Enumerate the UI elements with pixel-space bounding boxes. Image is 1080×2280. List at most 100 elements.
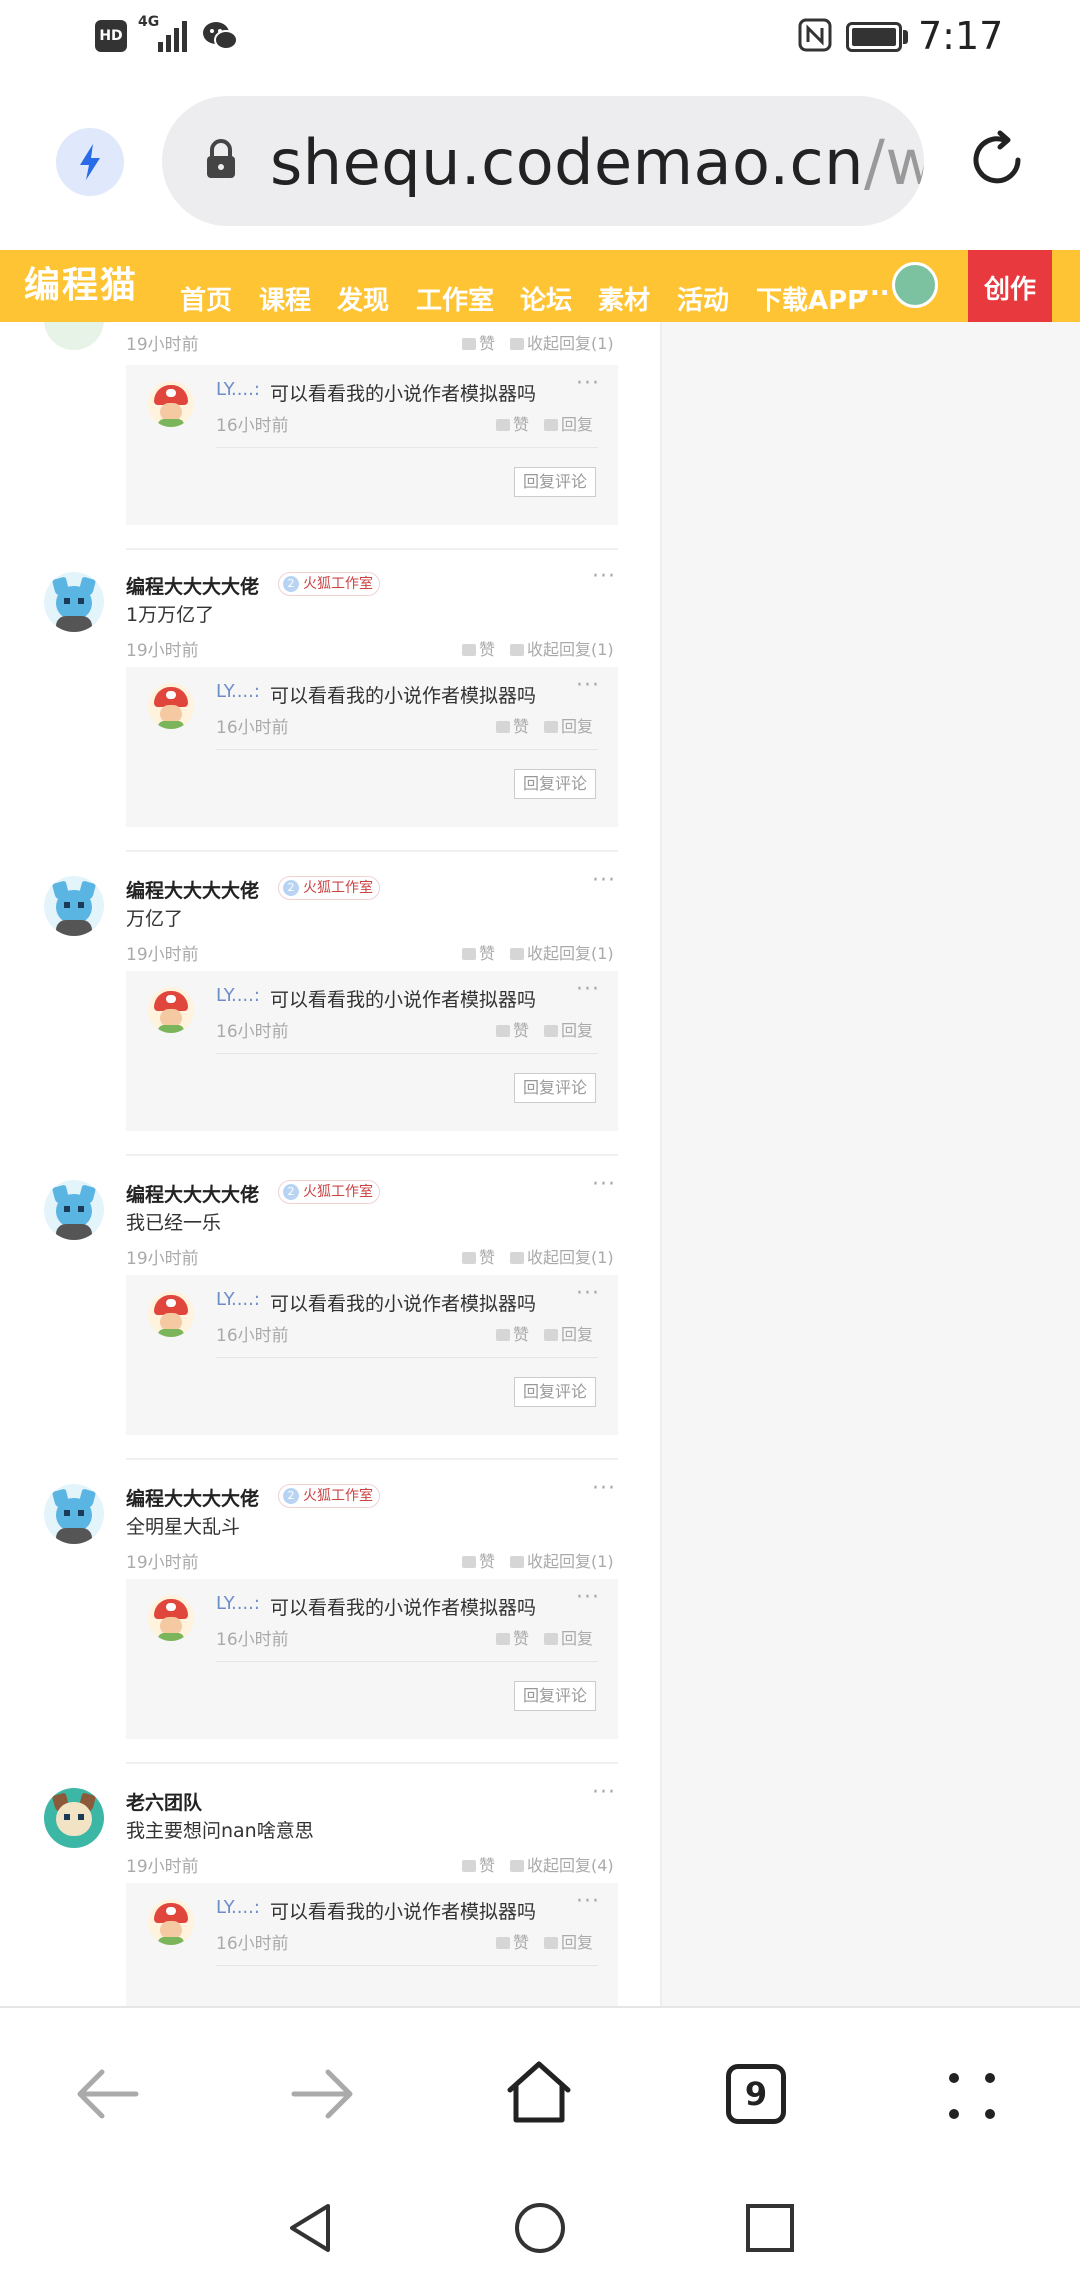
reply-author[interactable]: LY....: — [216, 985, 260, 1006]
nav-events[interactable]: 活动 — [677, 280, 729, 317]
comment-author[interactable]: 编程大大大大佬 — [126, 876, 259, 903]
reply-like-button[interactable]: 赞 — [496, 1321, 529, 1345]
network-type-label: 4G — [138, 14, 160, 30]
level-badge: 2 — [283, 576, 299, 592]
reply-comment-button[interactable]: 回复评论 — [514, 467, 596, 497]
signal-strength-icon — [158, 21, 187, 52]
user-avatar[interactable] — [892, 262, 938, 308]
reply-box: LY....: 可以看看我的小说作者模拟器吗 ··· 16小时前 赞 回复 回复… — [126, 1579, 618, 1739]
studio-badge[interactable]: 2 火狐工作室 — [278, 876, 380, 900]
collapse-replies-button[interactable]: 收起回复(1) — [510, 940, 614, 964]
reply-comment-button[interactable]: 回复评论 — [514, 769, 596, 799]
reply-comment-button[interactable]: 回复评论 — [514, 1681, 596, 1711]
avatar[interactable] — [44, 1788, 104, 1848]
like-button[interactable]: 赞 — [462, 1548, 495, 1572]
comment-author[interactable]: 编程大大大大佬 — [126, 572, 259, 599]
reply-more-icon[interactable]: ··· — [576, 673, 600, 698]
reply-author[interactable]: LY....: — [216, 379, 260, 400]
comment-author[interactable]: 老六团队 — [126, 1788, 202, 1815]
nav-materials[interactable]: 素材 — [598, 280, 650, 317]
system-back-icon[interactable] — [284, 2200, 334, 2256]
nav-home[interactable]: 首页 — [180, 280, 232, 317]
collapse-replies-button[interactable]: 收起回复(1) — [510, 636, 614, 660]
reply-like-button[interactable]: 赞 — [496, 1625, 529, 1649]
reply-more-icon[interactable]: ··· — [576, 1585, 600, 1610]
reply-like-button[interactable]: 赞 — [496, 1017, 529, 1041]
create-button[interactable]: 创作 — [968, 250, 1052, 322]
reply-reply-button[interactable]: 回复 — [544, 1321, 593, 1345]
reply-more-icon[interactable]: ··· — [576, 1281, 600, 1306]
reply-like-button[interactable]: 赞 — [496, 713, 529, 737]
nav-forum[interactable]: 论坛 — [520, 280, 572, 317]
reply-more-icon[interactable]: ··· — [576, 1889, 600, 1914]
reply-author[interactable]: LY....: — [216, 681, 260, 702]
address-bar[interactable]: shequ.codemao.cn/wo — [162, 96, 924, 226]
avatar[interactable] — [44, 322, 104, 350]
avatar[interactable] — [44, 876, 104, 936]
reply-avatar[interactable] — [148, 1595, 194, 1641]
like-button[interactable]: 赞 — [462, 1852, 495, 1876]
avatar[interactable] — [44, 572, 104, 632]
comment-icon — [544, 1329, 558, 1341]
studio-badge[interactable]: 2 火狐工作室 — [278, 1180, 380, 1204]
url-text[interactable]: shequ.codemao.cn/wo — [270, 126, 924, 199]
avatar[interactable] — [44, 1484, 104, 1544]
site-logo[interactable]: 编程猫 — [24, 256, 138, 308]
nav-discover[interactable]: 发现 — [337, 280, 389, 317]
forward-arrow-icon[interactable] — [288, 2066, 358, 2122]
like-button[interactable]: 赞 — [462, 1244, 495, 1268]
back-arrow-icon[interactable] — [72, 2066, 142, 2122]
nav-studio[interactable]: 工作室 — [416, 280, 494, 317]
reply-author[interactable]: LY....: — [216, 1897, 260, 1918]
collapse-replies-button[interactable]: 收起回复(4) — [510, 1852, 614, 1876]
reply-more-icon[interactable]: ··· — [576, 371, 600, 396]
reply-reply-button[interactable]: 回复 — [544, 1017, 593, 1041]
reply-avatar[interactable] — [148, 1899, 194, 1945]
collapse-replies-button[interactable]: 收起回复(1) — [510, 1548, 614, 1572]
more-icon[interactable]: ··· — [592, 1780, 616, 1805]
reply-reply-button[interactable]: 回复 — [544, 1625, 593, 1649]
menu-dots-icon[interactable] — [944, 2068, 1000, 2124]
system-recents-icon[interactable] — [745, 2203, 795, 2253]
reply-like-button[interactable]: 赞 — [496, 1929, 529, 1953]
like-button[interactable]: 赞 — [462, 636, 495, 660]
more-icon[interactable]: ··· — [592, 868, 616, 893]
home-icon[interactable] — [504, 2058, 574, 2126]
reply-avatar[interactable] — [148, 1291, 194, 1337]
avatar[interactable] — [44, 1180, 104, 1240]
battery-icon — [846, 22, 902, 52]
divider — [216, 1661, 598, 1662]
reply-avatar[interactable] — [148, 683, 194, 729]
reply-comment-button[interactable]: 回复评论 — [514, 1377, 596, 1407]
comment-icon — [544, 721, 558, 733]
reply-like-button[interactable]: 赞 — [496, 411, 529, 435]
collapse-replies-button[interactable]: 收起回复(1) — [510, 1244, 614, 1268]
reply-comment-button[interactable]: 回复评论 — [514, 1073, 596, 1103]
reply-reply-button[interactable]: 回复 — [544, 411, 593, 435]
reply-avatar[interactable] — [148, 987, 194, 1033]
reply-avatar[interactable] — [148, 381, 194, 427]
nav-more[interactable]: ... — [860, 272, 890, 302]
thumb-up-icon — [462, 948, 476, 960]
reply-more-icon[interactable]: ··· — [576, 977, 600, 1002]
studio-badge[interactable]: 2 火狐工作室 — [278, 1484, 380, 1508]
more-icon[interactable]: ··· — [592, 1172, 616, 1197]
system-home-icon[interactable] — [513, 2201, 567, 2255]
like-button[interactable]: 赞 — [462, 330, 495, 354]
nav-download-app[interactable]: 下载APP — [756, 280, 866, 317]
nav-courses[interactable]: 课程 — [259, 280, 311, 317]
collapse-replies-button[interactable]: 收起回复(1) — [510, 330, 614, 354]
more-icon[interactable]: ··· — [592, 564, 616, 589]
more-icon[interactable]: ··· — [592, 1476, 616, 1501]
comment-author[interactable]: 编程大大大大佬 — [126, 1180, 259, 1207]
reload-icon[interactable] — [964, 127, 1030, 193]
reply-author[interactable]: LY....: — [216, 1593, 260, 1614]
reply-reply-button[interactable]: 回复 — [544, 1929, 593, 1953]
reply-author[interactable]: LY....: — [216, 1289, 260, 1310]
studio-badge[interactable]: 2 火狐工作室 — [278, 572, 380, 596]
reply-reply-button[interactable]: 回复 — [544, 713, 593, 737]
quick-action-button[interactable] — [56, 128, 124, 196]
like-button[interactable]: 赞 — [462, 940, 495, 964]
comment-author[interactable]: 编程大大大大佬 — [126, 1484, 259, 1511]
tabs-button[interactable]: 9 — [726, 2064, 786, 2124]
